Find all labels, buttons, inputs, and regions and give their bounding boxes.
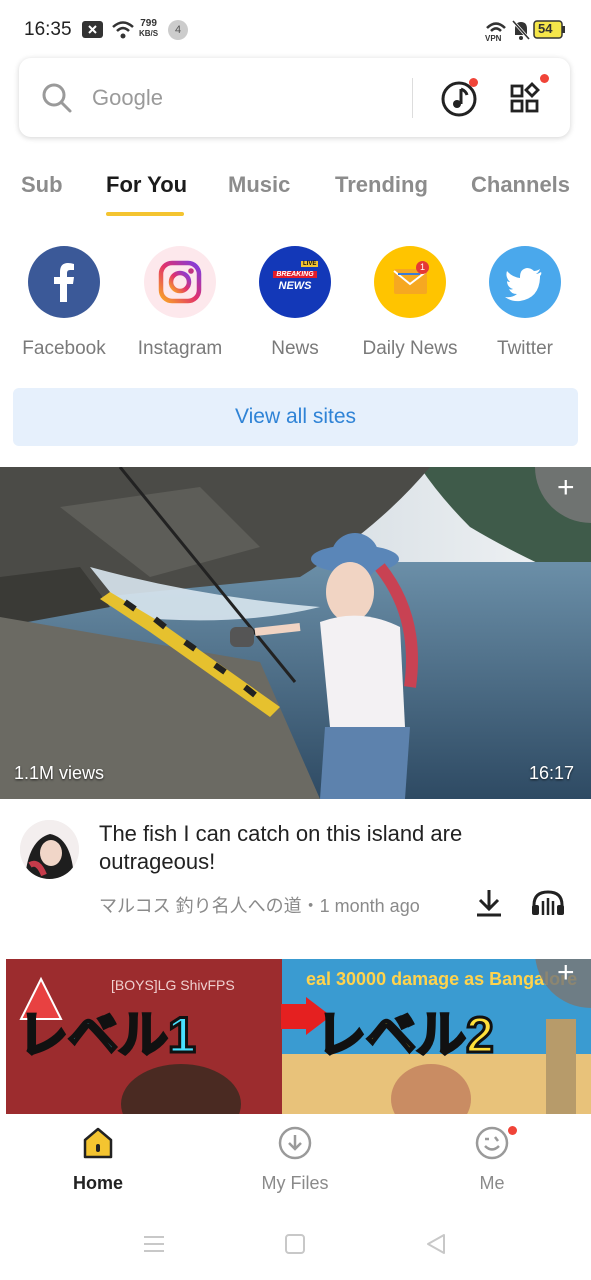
site-news[interactable]: LIVE BREAKING NEWS News bbox=[240, 246, 350, 360]
nav-label: Home bbox=[72, 1173, 123, 1193]
battery-level: 54 bbox=[538, 21, 553, 36]
site-daily-news[interactable]: 1 Daily News bbox=[355, 246, 465, 360]
breaking-label: BREAKING bbox=[273, 271, 317, 278]
nav-my-files[interactable]: My Files bbox=[235, 1126, 355, 1194]
thumb-level2-text: レベル2 bbox=[315, 1006, 496, 1065]
site-label: Instagram bbox=[137, 338, 223, 359]
daily-news-count-badge: 1 bbox=[416, 261, 429, 274]
system-navigation-bar bbox=[0, 1214, 591, 1280]
apps-grid-icon[interactable] bbox=[509, 74, 549, 119]
nav-label: My Files bbox=[261, 1173, 329, 1193]
plus-icon: + bbox=[557, 471, 575, 504]
search-input[interactable]: Google bbox=[92, 85, 163, 111]
site-label: News bbox=[271, 338, 319, 359]
news-label: NEWS bbox=[278, 280, 312, 292]
breaking-news-icon: LIVE BREAKING NEWS bbox=[259, 246, 331, 318]
tab-for-you[interactable]: For You bbox=[106, 172, 187, 198]
notification-x-icon bbox=[82, 21, 103, 43]
view-count: 1.1M views bbox=[14, 763, 105, 783]
apps-notification-dot bbox=[540, 74, 549, 83]
video-meta: マルコス 釣り名人への道・1 month ago bbox=[99, 896, 420, 916]
site-label: Facebook bbox=[22, 338, 106, 359]
search-bar[interactable]: Google bbox=[19, 58, 570, 137]
bottom-navigation: Home My Files Me bbox=[0, 1114, 591, 1214]
site-label: Daily News bbox=[362, 338, 458, 359]
download-icon[interactable] bbox=[474, 888, 504, 923]
vpn-label: VPN bbox=[485, 34, 502, 42]
thumb-level1-text: レベル1 bbox=[17, 1006, 198, 1065]
site-twitter[interactable]: Twitter bbox=[470, 246, 580, 360]
me-notification-dot bbox=[508, 1126, 517, 1135]
site-label: Twitter bbox=[497, 338, 553, 359]
music-note-icon[interactable] bbox=[440, 78, 480, 123]
site-instagram[interactable]: Instagram bbox=[125, 246, 235, 360]
battery-icon: 54 bbox=[533, 20, 566, 44]
search-divider bbox=[412, 78, 413, 118]
status-bar: 16:35 799 KB/S 4 VPN 54 bbox=[0, 0, 591, 60]
live-badge: LIVE bbox=[301, 261, 319, 267]
view-all-sites-button[interactable]: View all sites bbox=[13, 388, 578, 446]
menu-lines-icon[interactable] bbox=[143, 1234, 165, 1259]
tab-music[interactable]: Music bbox=[228, 172, 290, 198]
tab-trending[interactable]: Trending bbox=[335, 172, 428, 198]
speed-value: 799 bbox=[140, 18, 157, 29]
video-duration: 16:17 bbox=[529, 763, 575, 783]
thumb-banner-text: eal 30000 damage as Bangalore bbox=[306, 969, 578, 989]
search-icon[interactable] bbox=[41, 82, 73, 119]
video-info[interactable]: The fish I can catch on this island are … bbox=[0, 800, 591, 950]
tab-channels[interactable]: Channels bbox=[471, 172, 570, 198]
tab-sub[interactable]: Sub bbox=[21, 172, 63, 198]
nav-home[interactable]: Home bbox=[38, 1126, 158, 1194]
instagram-icon bbox=[144, 246, 216, 318]
wifi-icon bbox=[111, 20, 135, 45]
back-triangle-icon[interactable] bbox=[425, 1233, 447, 1260]
plus-icon: + bbox=[557, 959, 575, 989]
vpn-icon: VPN bbox=[484, 18, 508, 47]
thumb-channel-tag: [BOYS]LG ShivFPS bbox=[111, 977, 235, 993]
video-title[interactable]: The fish I can catch on this island are … bbox=[99, 820, 559, 876]
download-circle-icon bbox=[278, 1126, 312, 1160]
facebook-icon bbox=[28, 246, 100, 318]
smiley-icon bbox=[475, 1126, 509, 1160]
home-icon bbox=[83, 1127, 113, 1159]
speed-unit: KB/S bbox=[139, 29, 159, 38]
mail-news-icon: 1 bbox=[374, 246, 446, 318]
notification-count-badge: 4 bbox=[168, 20, 188, 40]
channel-avatar[interactable] bbox=[20, 820, 79, 879]
active-tab-indicator bbox=[106, 212, 184, 216]
video-thumbnail[interactable]: [BOYS]LG ShivFPS eal 30000 damage as Ban… bbox=[6, 959, 591, 1114]
home-square-icon[interactable] bbox=[285, 1234, 305, 1259]
category-tabs: Sub For You Music Trending Channels bbox=[0, 160, 591, 220]
twitter-icon bbox=[489, 246, 561, 318]
mute-bell-icon bbox=[511, 19, 531, 46]
nav-me[interactable]: Me bbox=[432, 1126, 552, 1194]
headphones-icon[interactable] bbox=[530, 888, 566, 923]
status-time: 16:35 bbox=[24, 19, 72, 40]
nav-label: Me bbox=[479, 1173, 505, 1193]
music-notification-dot bbox=[469, 78, 478, 87]
network-speed: 799 KB/S bbox=[139, 19, 158, 39]
site-facebook[interactable]: Facebook bbox=[9, 246, 119, 360]
video-thumbnail[interactable]: 1.1M views 16:17 + bbox=[0, 467, 591, 799]
